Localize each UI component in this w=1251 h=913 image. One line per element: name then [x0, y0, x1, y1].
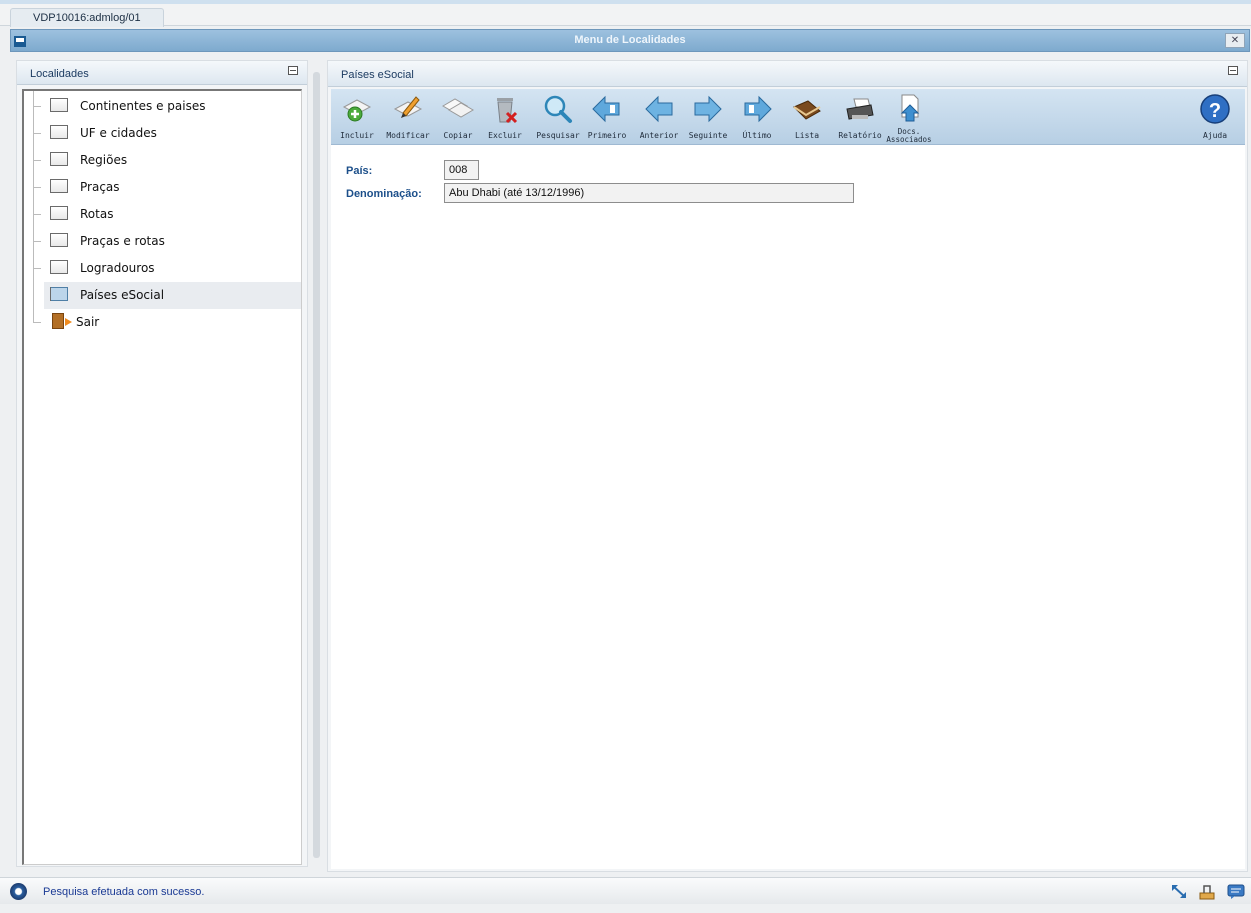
denominacao-label: Denominação:: [346, 188, 422, 200]
status-info-icon: [10, 883, 27, 900]
paises-panel-title: Países eSocial: [341, 69, 414, 81]
tree-item-pracas[interactable]: Praças: [24, 174, 301, 201]
arrow-right-icon: [694, 95, 722, 123]
relatorio-label: Relatório: [838, 131, 882, 140]
localidades-tree: Continentes e paises UF e cidades Regiõe…: [22, 89, 302, 865]
modificar-button[interactable]: Modificar: [385, 91, 431, 144]
exit-door-icon: [52, 313, 72, 329]
page-icon: [50, 206, 68, 220]
window-titlebar: Menu de Localidades ✕: [10, 29, 1250, 52]
pesquisar-label: Pesquisar: [536, 131, 580, 140]
close-button[interactable]: ✕: [1225, 33, 1245, 48]
edit-pencil-icon: [393, 96, 423, 118]
excluir-button[interactable]: Excluir: [485, 91, 525, 144]
localidades-panel-title: Localidades: [30, 68, 89, 80]
tree-item-paises-esocial[interactable]: Países eSocial: [44, 282, 301, 309]
paises-panel-header: Países eSocial: [328, 61, 1247, 87]
seguinte-label: Seguinte: [688, 131, 728, 140]
tools-icon[interactable]: [1198, 883, 1216, 900]
ultimo-label: Último: [742, 131, 772, 140]
pesquisar-button[interactable]: Pesquisar: [533, 91, 583, 144]
tree-item-label: UF e cidades: [80, 126, 157, 140]
anterior-button[interactable]: Anterior: [636, 91, 682, 144]
toolbar: Incluir Modificar Copiar Excluir Pesquis…: [331, 89, 1245, 145]
trash-icon: [497, 98, 518, 124]
tree-item-regioes[interactable]: Regiões: [24, 147, 301, 174]
window-title: Menu de Localidades: [574, 34, 686, 46]
ultimo-button[interactable]: Último: [737, 91, 777, 144]
tree-item-logradouros[interactable]: Logradouros: [24, 255, 301, 282]
tree-item-label: Regiões: [80, 153, 128, 167]
first-record-icon: [592, 95, 620, 123]
localidades-panel-header: Localidades: [17, 61, 307, 85]
copiar-button[interactable]: Copiar: [438, 91, 478, 144]
book-list-icon: [793, 100, 821, 120]
ajuda-label: Ajuda: [1202, 131, 1228, 140]
svg-text:?: ?: [1209, 100, 1221, 122]
page-icon: [50, 287, 68, 301]
minimize-icon[interactable]: [288, 66, 298, 75]
paises-esocial-panel: Países eSocial Incluir Modificar Copiar …: [327, 60, 1248, 872]
ajuda-button[interactable]: ? Ajuda: [1195, 91, 1235, 144]
primeiro-label: Primeiro: [587, 131, 627, 140]
minimize-icon[interactable]: [1228, 66, 1238, 75]
page-icon: [50, 260, 68, 274]
page-icon: [50, 152, 68, 166]
search-icon: [544, 95, 572, 123]
panel-content: Incluir Modificar Copiar Excluir Pesquis…: [331, 89, 1245, 869]
localidades-panel: Localidades Continentes e paises UF e ci…: [16, 60, 308, 867]
status-bar: Pesquisa efetuada com sucesso.: [0, 877, 1251, 904]
page-icon: [50, 179, 68, 193]
tab-bar: VDP10016:admlog/01: [0, 4, 1251, 27]
tree-item-sair[interactable]: Sair: [24, 309, 301, 336]
primeiro-button[interactable]: Primeiro: [585, 91, 629, 144]
resize-arrows-icon[interactable]: [1170, 883, 1188, 900]
lista-label: Lista: [794, 131, 820, 140]
tree-item-label: Sair: [76, 315, 100, 329]
status-message: Pesquisa efetuada com sucesso.: [43, 886, 205, 898]
add-document-icon: [342, 99, 372, 122]
tree-item-label: Logradouros: [80, 261, 155, 275]
lista-button[interactable]: Lista: [787, 91, 827, 144]
printer-icon: [846, 98, 874, 120]
pais-field[interactable]: 008: [444, 160, 479, 180]
modificar-label: Modificar: [386, 131, 430, 140]
panel-splitter[interactable]: [313, 72, 320, 858]
relatorio-button[interactable]: Relatório: [835, 91, 885, 144]
pais-label: País:: [346, 165, 373, 177]
tab-program[interactable]: VDP10016:admlog/01: [10, 8, 164, 27]
docs-label: Docs. Associados: [885, 128, 933, 144]
incluir-button[interactable]: Incluir: [337, 91, 377, 144]
tree-item-rotas[interactable]: Rotas: [24, 201, 301, 228]
tree-item-label: Países eSocial: [80, 288, 165, 302]
tree-item-pracas-rotas[interactable]: Praças e rotas: [24, 228, 301, 255]
seguinte-button[interactable]: Seguinte: [685, 91, 731, 144]
docs-label-line2: Associados: [886, 135, 932, 144]
document-upload-icon: [900, 94, 920, 122]
anterior-label: Anterior: [639, 131, 679, 140]
tree-item-uf-cidades[interactable]: UF e cidades: [24, 120, 301, 147]
chat-message-icon[interactable]: [1227, 883, 1245, 900]
denominacao-field[interactable]: Abu Dhabi (até 13/12/1996): [444, 183, 854, 203]
page-icon: [50, 233, 68, 247]
copy-documents-icon: [442, 98, 474, 118]
copiar-label: Copiar: [443, 131, 473, 140]
incluir-label: Incluir: [340, 131, 374, 140]
tree-item-label: Continentes e paises: [80, 99, 206, 113]
tree-item-label: Rotas: [80, 207, 114, 221]
page-icon: [50, 125, 68, 139]
help-icon: ?: [1200, 94, 1230, 124]
tree-item-continentes[interactable]: Continentes e paises: [24, 93, 301, 120]
tree-item-label: Praças: [80, 180, 120, 194]
last-record-icon: [744, 95, 772, 123]
page-icon: [50, 98, 68, 112]
tree-item-label: Praças e rotas: [80, 234, 165, 248]
bottom-strip: [0, 904, 1251, 913]
excluir-label: Excluir: [488, 131, 522, 140]
arrow-left-icon: [645, 95, 673, 123]
docs-associados-button[interactable]: Docs. Associados: [885, 91, 933, 144]
